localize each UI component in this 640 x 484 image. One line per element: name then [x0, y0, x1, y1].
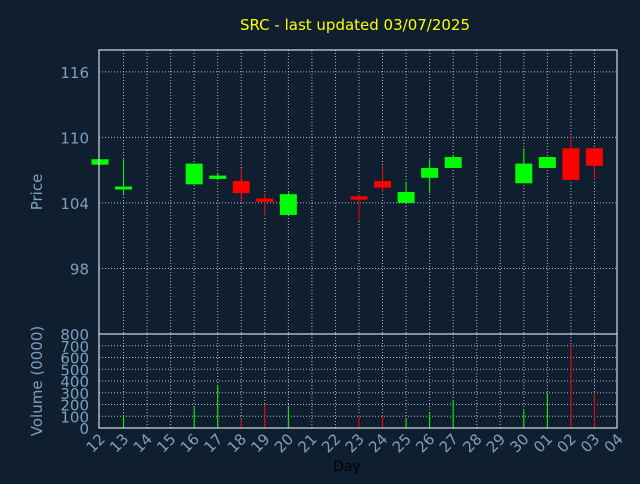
stock-chart: SRC - last updated 03/07/2025 Price Volu…	[0, 0, 640, 480]
volume-axis-label: Volume (0000)	[28, 326, 46, 436]
price-tick-label: 98	[70, 260, 89, 278]
day-tick-label: 28	[459, 430, 485, 456]
day-tick-label: 18	[224, 430, 250, 456]
candle-body	[562, 148, 580, 180]
day-tick-label: 03	[577, 430, 603, 456]
volume-tick-label: 800	[60, 326, 89, 344]
day-tick-label: 04	[601, 430, 627, 456]
day-tick-label: 17	[200, 430, 226, 456]
day-tick-label: 21	[295, 430, 321, 456]
day-tick-label: 25	[389, 430, 415, 456]
day-tick-label: 29	[483, 430, 509, 456]
day-tick-label: 01	[530, 430, 556, 456]
day-tick-label: 24	[365, 430, 391, 456]
candle-body	[91, 159, 109, 165]
price-panel-frame	[98, 49, 618, 335]
price-tick-label: 104	[60, 195, 89, 213]
price-axis-label: Price	[28, 174, 46, 211]
candle-body	[185, 163, 203, 185]
day-tick-label: 02	[554, 430, 580, 456]
candle-body	[444, 157, 462, 168]
candle-body	[538, 157, 556, 168]
day-tick-label: 23	[342, 430, 368, 456]
candle-body	[279, 194, 297, 215]
candle-body	[350, 196, 368, 200]
candle-body	[397, 192, 415, 203]
chart-title: SRC - last updated 03/07/2025	[240, 16, 470, 34]
day-tick-label: 19	[247, 430, 273, 456]
chart-svg: SRC - last updated 03/07/2025 Price Volu…	[28, 16, 627, 475]
day-tick-label: 14	[130, 430, 156, 456]
price-tick-label: 116	[60, 64, 89, 82]
marks-layer	[91, 136, 603, 428]
day-tick-label: 16	[177, 430, 203, 456]
candle-body	[256, 198, 274, 202]
day-tick-label: 15	[153, 430, 179, 456]
candle-body	[585, 148, 603, 166]
day-tick-label: 22	[318, 430, 344, 456]
day-tick-label: 27	[436, 430, 462, 456]
candle-body	[209, 175, 227, 179]
day-tick-label: 26	[412, 430, 438, 456]
labels-layer: 9810411011601002003004005006007008001213…	[60, 64, 626, 456]
candle-body	[374, 181, 392, 188]
price-tick-label: 110	[60, 129, 89, 147]
candle-body	[515, 163, 533, 184]
axes-layer	[98, 49, 618, 429]
candle-body	[232, 181, 250, 194]
candle-body	[115, 186, 133, 190]
day-axis-label: Day	[333, 459, 361, 475]
day-tick-label: 30	[506, 430, 532, 456]
grid-layer	[99, 50, 617, 429]
day-tick-label: 13	[106, 430, 132, 456]
day-tick-label: 20	[271, 430, 297, 456]
candle-body	[421, 167, 439, 178]
